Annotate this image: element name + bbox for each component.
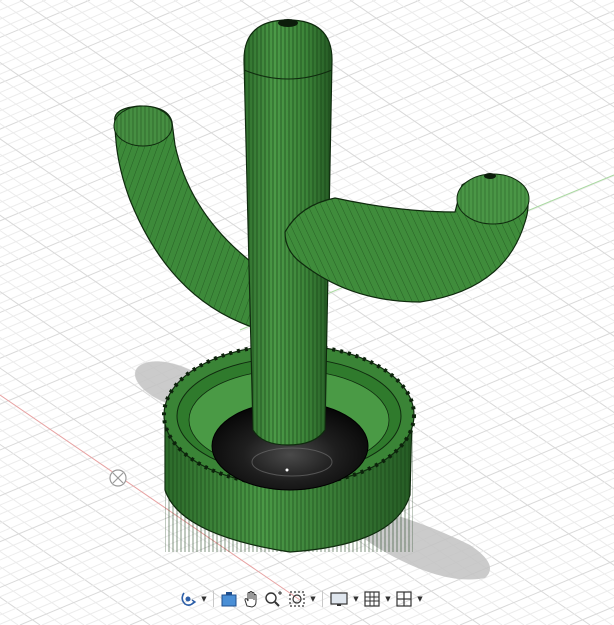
grid-menu-chevron-icon[interactable]: ▼	[384, 588, 392, 610]
display-menu-chevron-icon[interactable]: ▼	[352, 588, 360, 610]
origin-marker-icon	[109, 469, 127, 487]
grid-line	[415, 0, 614, 139]
toolbar-divider	[322, 591, 323, 607]
fit-window-icon[interactable]	[287, 588, 307, 610]
viewports-menu-chevron-icon[interactable]: ▼	[416, 588, 424, 610]
grid-line	[0, 0, 69, 29]
toolbar-divider	[213, 591, 214, 607]
display-settings-icon[interactable]	[328, 588, 350, 610]
grid-settings-icon[interactable]	[362, 588, 382, 610]
grid-line	[0, 489, 195, 625]
orbit-icon[interactable]	[178, 588, 198, 610]
orbit-menu-chevron-icon[interactable]: ▼	[200, 588, 208, 610]
fit-menu-chevron-icon[interactable]: ▼	[309, 588, 317, 610]
3d-viewport[interactable]	[0, 0, 614, 625]
viewports-icon[interactable]	[394, 588, 414, 610]
pan-hand-icon[interactable]	[241, 588, 261, 610]
navigation-toolbar: ▼ ▼ ▼ ▼ ▼	[178, 587, 424, 611]
grid-line	[415, 541, 614, 625]
zoom-icon[interactable]	[263, 588, 285, 610]
look-at-icon[interactable]	[219, 588, 239, 610]
